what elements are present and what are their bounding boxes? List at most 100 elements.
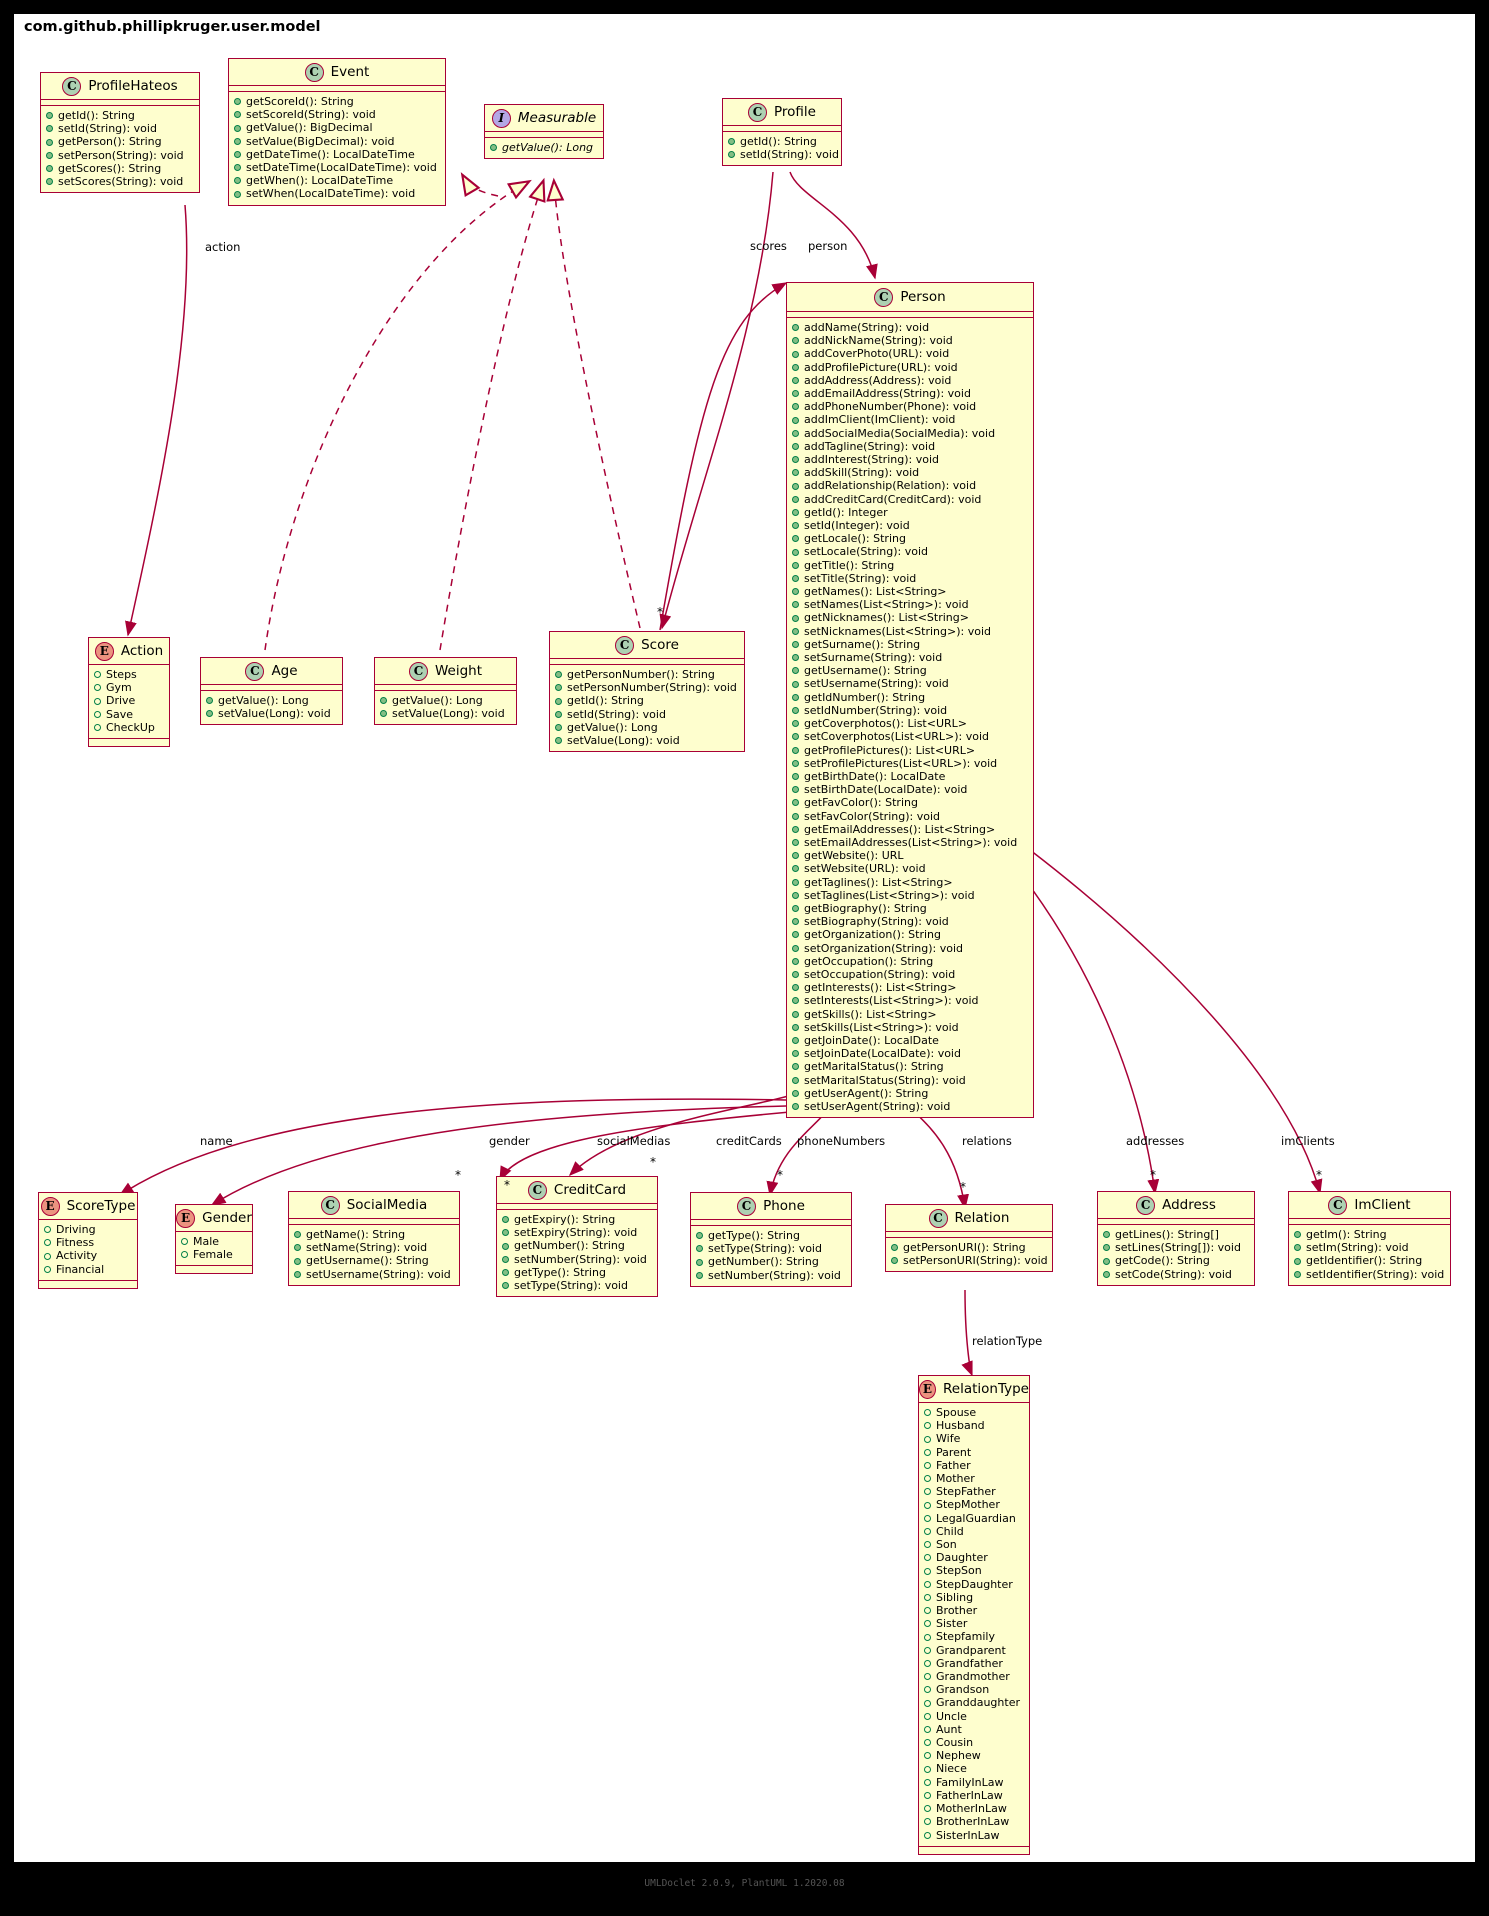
member-row: setSurname(String): void bbox=[792, 651, 1028, 664]
class-header: C Relation bbox=[886, 1205, 1052, 1232]
class-title: Phone bbox=[763, 1198, 805, 1214]
member-signature: setLines(String[]): void bbox=[1115, 1241, 1241, 1255]
member-row: getPersonNumber(): String bbox=[555, 668, 739, 681]
member-signature: getNumber(): String bbox=[708, 1255, 819, 1269]
enum-action[interactable]: E Action Steps Gym Drive Save CheckUp bbox=[88, 637, 170, 748]
member-row: getDateTime(): LocalDateTime bbox=[234, 148, 440, 161]
class-socialmedia[interactable]: C SocialMedia getName(): String setName(S… bbox=[288, 1191, 460, 1286]
member-row: addName(String): void bbox=[792, 321, 1028, 334]
member-row: getValue(): BigDecimal bbox=[234, 121, 440, 134]
class-imclient[interactable]: C ImClient getIm(): String setIm(String):… bbox=[1288, 1191, 1451, 1286]
edge-label-imclients: imClients bbox=[1281, 1134, 1335, 1148]
enum-constant-label: Male bbox=[193, 1235, 220, 1248]
enum-constant: Brother bbox=[924, 1604, 1024, 1617]
enum-constant-label: MotherInLaw bbox=[936, 1802, 1007, 1816]
enum-scoretype[interactable]: E ScoreType Driving Fitness Activity Financ… bbox=[38, 1192, 138, 1289]
member-visibility-icon bbox=[46, 138, 53, 146]
member-row: getIdNumber(): String bbox=[792, 691, 1028, 704]
member-visibility-icon bbox=[206, 697, 213, 705]
member-signature: getLocale(): String bbox=[804, 532, 906, 546]
class-profile[interactable]: C Profile getId(): String setId(String): … bbox=[722, 98, 842, 167]
enum-constant-label: StepFather bbox=[936, 1485, 996, 1499]
enum-badge-icon: E bbox=[94, 641, 114, 661]
class-creditcard[interactable]: C CreditCard getExpiry(): String setExpir… bbox=[496, 1176, 658, 1298]
member-row: setPersonURI(String): void bbox=[891, 1254, 1048, 1267]
class-badge-icon: C bbox=[737, 1196, 757, 1216]
member-visibility-icon bbox=[792, 746, 799, 754]
member-signature: setNicknames(List<String>): void bbox=[804, 624, 991, 638]
enum-constant-label: Uncle bbox=[936, 1709, 967, 1723]
edge-label-socialmedias: socialMedias bbox=[597, 1134, 671, 1148]
enum-constant: Grandfather bbox=[924, 1657, 1024, 1670]
member-visibility-icon bbox=[234, 177, 241, 185]
member-row: getValue(): Long bbox=[380, 694, 511, 707]
class-age[interactable]: C Age getValue(): Long setValue(Long): vo… bbox=[200, 657, 343, 726]
enum-constant-icon bbox=[924, 1527, 931, 1535]
enum-constant-icon bbox=[924, 1422, 931, 1430]
member-signature: setNumber(String): void bbox=[708, 1268, 841, 1282]
member-visibility-icon bbox=[792, 416, 799, 424]
edge-label-relations: relations bbox=[962, 1134, 1012, 1148]
enum-constant-icon bbox=[94, 697, 101, 705]
edge-label-creditcards: creditCards bbox=[716, 1134, 782, 1148]
class-address[interactable]: C Address getLines(): String[] setLines(S… bbox=[1097, 1191, 1255, 1286]
member-list: getId(): String setId(String): void getPer… bbox=[41, 106, 199, 192]
class-profilehateos[interactable]: C ProfileHateos getId(): String setId(Str… bbox=[40, 72, 200, 194]
enum-title: ScoreType bbox=[66, 1198, 136, 1214]
class-event[interactable]: C Event getScoreId(): String setScoreId(S… bbox=[228, 58, 446, 206]
enum-constant-label: Spouse bbox=[936, 1406, 977, 1419]
enum-relationtype[interactable]: E RelationType Spouse Husband Wife Parent Fa… bbox=[918, 1375, 1030, 1855]
enum-constant-icon bbox=[924, 1659, 931, 1667]
member-list: getType(): String setType(String): void ge… bbox=[691, 1226, 851, 1286]
member-visibility-icon bbox=[792, 720, 799, 728]
member-visibility-icon bbox=[792, 971, 799, 979]
member-row: getName(): String bbox=[294, 1228, 454, 1241]
enum-constant-label: Child bbox=[936, 1524, 964, 1538]
member-visibility-icon bbox=[294, 1257, 301, 1265]
class-score[interactable]: C Score getPersonNumber(): String setPers… bbox=[549, 631, 745, 753]
class-relation[interactable]: C Relation getPersonURI(): String setPers… bbox=[885, 1204, 1053, 1273]
enum-constant: Gym bbox=[94, 681, 164, 694]
interface-badge-icon: I bbox=[491, 108, 511, 128]
member-visibility-icon bbox=[792, 469, 799, 477]
render-credit: UMLDoclet 2.0.9, PlantUML 1.2020.08 bbox=[644, 1878, 845, 1889]
enum-constant: Female bbox=[181, 1248, 247, 1261]
enum-constant-label: Gym bbox=[106, 681, 132, 695]
member-visibility-icon bbox=[502, 1229, 509, 1237]
member-visibility-icon bbox=[490, 144, 497, 152]
member-visibility-icon bbox=[502, 1255, 509, 1263]
class-weight[interactable]: C Weight getValue(): Long setValue(Long):… bbox=[374, 657, 517, 726]
interface-measurable[interactable]: I Measurable getValue(): Long bbox=[484, 104, 604, 160]
member-signature: addAddress(Address): void bbox=[804, 373, 952, 387]
member-row: getJoinDate(): LocalDate bbox=[792, 1034, 1028, 1047]
member-row: getTaglines(): List<String> bbox=[792, 876, 1028, 889]
enum-gender[interactable]: E Gender Male Female bbox=[175, 1204, 253, 1275]
member-signature: getNumber(): String bbox=[514, 1239, 625, 1253]
enum-constant: StepDaughter bbox=[924, 1578, 1024, 1591]
member-signature: getSurname(): String bbox=[804, 637, 921, 651]
package-label: com.github.phillipkruger.user.model bbox=[14, 14, 350, 40]
edge-label-relationtype: relationType bbox=[972, 1334, 1043, 1348]
member-list: getExpiry(): String setExpiry(String): vo… bbox=[497, 1210, 657, 1296]
member-visibility-icon bbox=[792, 548, 799, 556]
class-person[interactable]: C Person addName(String): void addNickNam… bbox=[786, 282, 1034, 1119]
member-row: addAddress(Address): void bbox=[792, 374, 1028, 387]
member-visibility-icon bbox=[380, 710, 387, 718]
member-row: setValue(Long): void bbox=[380, 707, 511, 720]
member-row: getSkills(): List<String> bbox=[792, 1008, 1028, 1021]
enum-constant-label: Father bbox=[936, 1458, 971, 1472]
class-header: C ProfileHateos bbox=[41, 73, 199, 100]
class-phone[interactable]: C Phone getType(): String setType(String)… bbox=[690, 1192, 852, 1287]
enum-constant-label: Grandson bbox=[936, 1683, 990, 1697]
enum-constant-icon bbox=[924, 1448, 931, 1456]
member-signature: setOccupation(String): void bbox=[804, 967, 956, 981]
member-visibility-icon bbox=[792, 706, 799, 714]
member-signature: addTagline(String): void bbox=[804, 439, 936, 453]
enum-constant-icon bbox=[924, 1593, 931, 1601]
member-signature: getName(): String bbox=[306, 1228, 406, 1241]
class-title: Person bbox=[900, 289, 946, 305]
member-signature: getDateTime(): LocalDateTime bbox=[246, 147, 415, 161]
enum-constant: Uncle bbox=[924, 1710, 1024, 1723]
member-signature: addCreditCard(CreditCard): void bbox=[804, 492, 982, 506]
enum-constant-label: Husband bbox=[936, 1419, 985, 1433]
